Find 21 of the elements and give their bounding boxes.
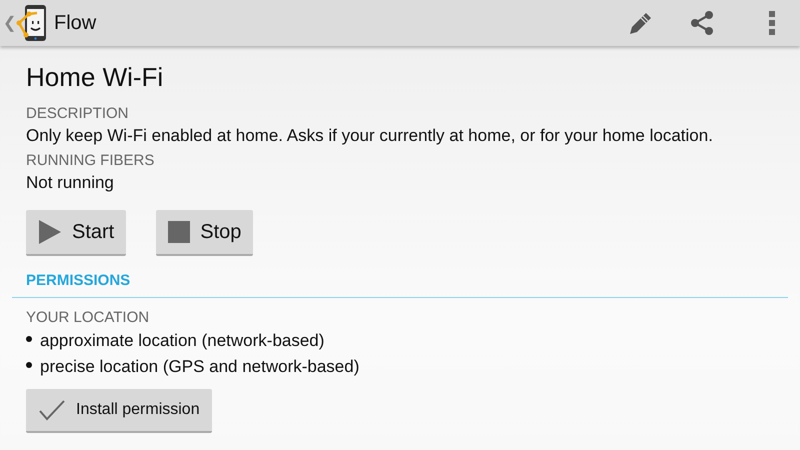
bullet-icon [26, 362, 32, 368]
page-title: Home Wi-Fi [26, 62, 164, 93]
phone-logo-icon[interactable] [16, 4, 48, 42]
permission-item: precise location (GPS and network-based) [40, 357, 360, 377]
share-icon[interactable] [688, 9, 716, 37]
check-icon [38, 399, 66, 421]
section-label: RUNNING FIBERS [26, 152, 156, 169]
section-heading: PERMISSIONS [25, 272, 132, 289]
permission-item: approximate location (network-based) [40, 331, 324, 351]
description-text: Only keep Wi-Fi enabled at home. Asks if your currently at home, or for your home location. [26, 126, 714, 146]
section-label: DESCRIPTION [26, 105, 130, 122]
app-title: Flow [54, 12, 96, 34]
stop-button[interactable]: Stop [156, 210, 254, 256]
stop-icon [168, 221, 190, 243]
install-button[interactable]: Install permission [26, 389, 212, 433]
start-button[interactable]: Start [26, 210, 126, 256]
section-label: YOUR LOCATION [26, 309, 150, 326]
menu-icon[interactable] [768, 10, 776, 36]
play-icon [38, 219, 62, 245]
bullet-icon [26, 336, 32, 342]
status-text: Not running [26, 173, 115, 193]
